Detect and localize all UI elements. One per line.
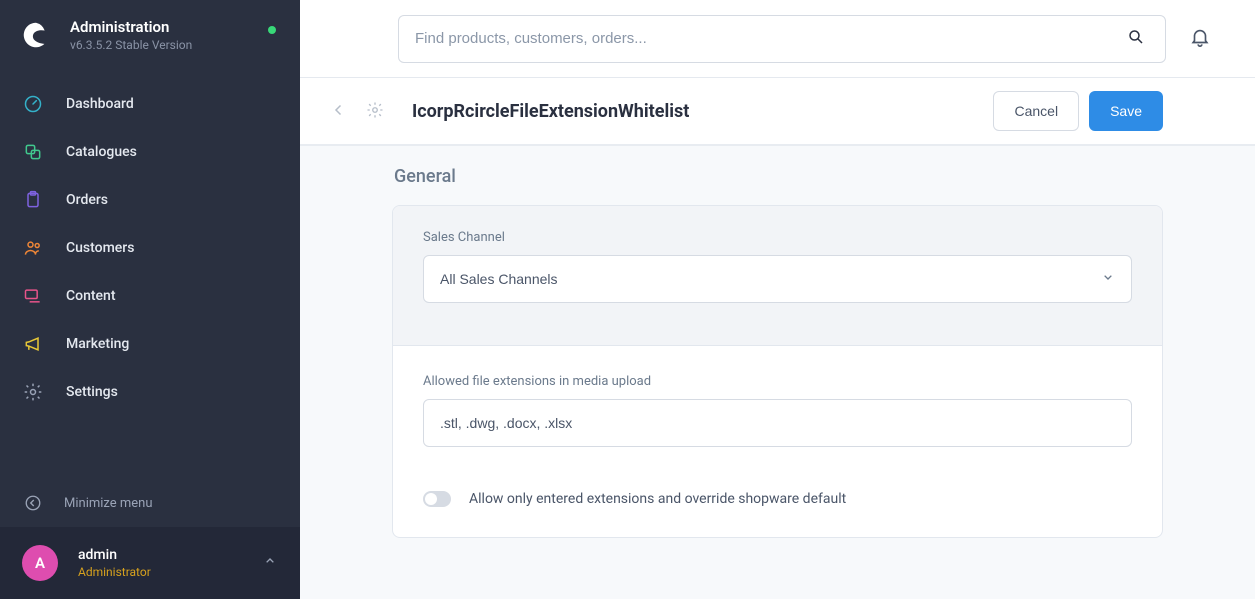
app-title: Administration	[70, 18, 280, 36]
save-button[interactable]: Save	[1089, 91, 1163, 131]
sidebar-item-dashboard[interactable]: Dashboard	[0, 80, 300, 128]
search-button[interactable]	[1123, 24, 1149, 53]
collapse-icon	[22, 492, 44, 514]
sidebar-item-label: Marketing	[66, 336, 129, 352]
sales-channel-section: Sales Channel	[393, 206, 1162, 346]
allowed-extensions-label: Allowed file extensions in media upload	[423, 374, 1132, 389]
user-role: Administrator	[78, 565, 151, 579]
gear-icon	[22, 381, 44, 403]
global-search[interactable]	[398, 15, 1166, 63]
clipboard-icon	[22, 189, 44, 211]
layers-icon	[22, 141, 44, 163]
allowed-extensions-input[interactable]	[423, 399, 1132, 447]
chevron-up-icon	[262, 553, 278, 573]
sidebar-item-orders[interactable]: Orders	[0, 176, 300, 224]
main-area: IcorpRcircleFileExtensionWhitelist Cance…	[300, 0, 1255, 599]
search-icon	[1127, 34, 1145, 49]
sidebar-item-label: Dashboard	[66, 96, 134, 112]
sidebar-item-label: Orders	[66, 192, 108, 208]
megaphone-icon	[22, 333, 44, 355]
sidebar-item-settings[interactable]: Settings	[0, 368, 300, 416]
sidebar-item-label: Settings	[66, 384, 118, 400]
sales-channel-label: Sales Channel	[423, 230, 1132, 245]
sidebar-item-catalogues[interactable]: Catalogues	[0, 128, 300, 176]
layout-icon	[22, 285, 44, 307]
sidebar-item-marketing[interactable]: Marketing	[0, 320, 300, 368]
sidebar-item-label: Catalogues	[66, 144, 137, 160]
minimize-label: Minimize menu	[64, 496, 153, 511]
topbar	[300, 0, 1255, 78]
sidebar-item-content[interactable]: Content	[0, 272, 300, 320]
sidebar-header: Administration v6.3.5.2 Stable Version	[0, 0, 300, 66]
app-version: v6.3.5.2 Stable Version	[70, 38, 280, 52]
override-toggle-label: Allow only entered extensions and overri…	[469, 491, 846, 507]
cancel-button[interactable]: Cancel	[993, 91, 1079, 131]
people-icon	[22, 237, 44, 259]
sidebar-item-label: Customers	[66, 240, 134, 256]
page-title: IcorpRcircleFileExtensionWhitelist	[412, 101, 689, 122]
sidebar-item-label: Content	[66, 288, 116, 304]
sidebar-item-customers[interactable]: Customers	[0, 224, 300, 272]
minimize-menu-button[interactable]: Minimize menu	[0, 479, 300, 527]
bell-icon	[1189, 36, 1211, 51]
sales-channel-select[interactable]	[423, 255, 1132, 303]
user-menu[interactable]: A admin Administrator	[0, 527, 300, 599]
chevron-left-icon	[330, 107, 348, 122]
user-name: admin	[78, 547, 151, 563]
general-card: Sales Channel Allowed file extensions in…	[392, 205, 1163, 538]
override-toggle[interactable]	[423, 491, 451, 507]
avatar: A	[22, 545, 58, 581]
section-title-general: General	[394, 166, 1163, 187]
toggle-knob-icon	[425, 493, 437, 505]
gear-icon	[366, 107, 384, 122]
sidebar: Administration v6.3.5.2 Stable Version D…	[0, 0, 300, 599]
search-input[interactable]	[415, 30, 1123, 47]
page-header: IcorpRcircleFileExtensionWhitelist Cance…	[300, 78, 1255, 146]
speedometer-icon	[22, 93, 44, 115]
extensions-section: Allowed file extensions in media upload …	[393, 346, 1162, 537]
sidebar-nav: Dashboard Catalogues Orders Customers	[0, 80, 300, 461]
page-settings-button[interactable]	[360, 95, 390, 128]
back-button[interactable]	[324, 95, 354, 128]
app-logo	[22, 21, 50, 49]
status-indicator-icon	[268, 26, 276, 34]
content-area: General Sales Channel Allowed file exten…	[300, 146, 1255, 599]
notifications-button[interactable]	[1183, 20, 1217, 57]
override-toggle-row: Allow only entered extensions and overri…	[423, 491, 1132, 507]
